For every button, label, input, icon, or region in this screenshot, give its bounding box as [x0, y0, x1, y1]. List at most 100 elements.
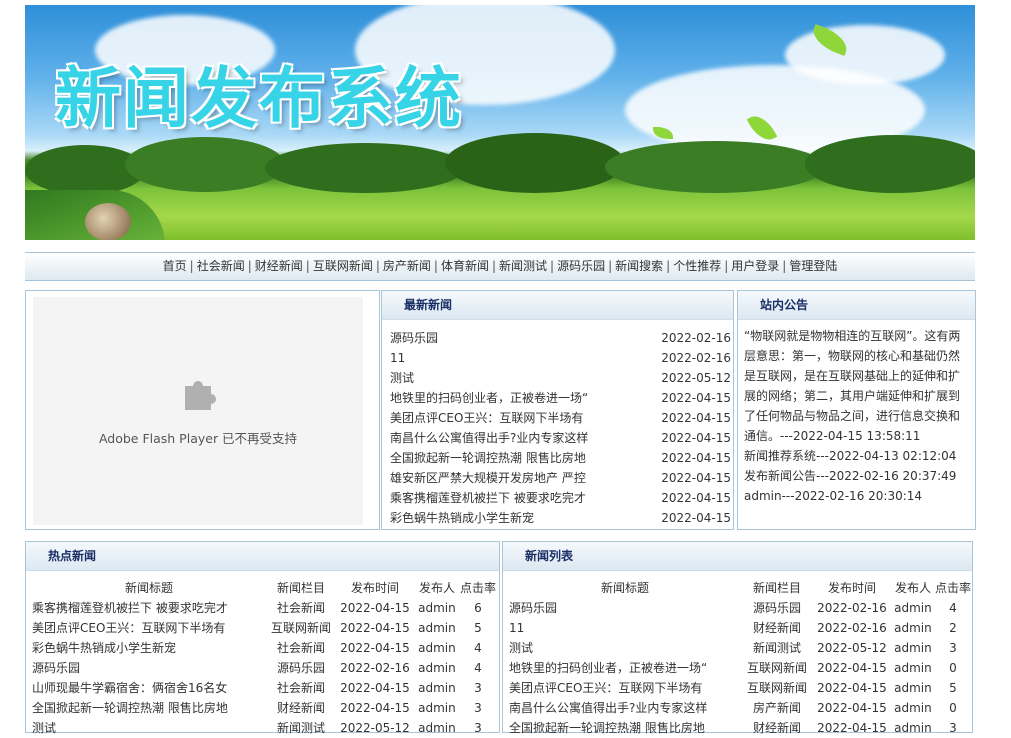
news-link[interactable]: 地铁里的扫码创业者，正被卷进一场“	[509, 658, 741, 678]
news-link[interactable]: 南昌什么公寓值得出手?业内专家这样	[390, 428, 588, 448]
table-cell: 2022-04-15	[340, 601, 410, 615]
table-cell: admin	[894, 641, 932, 655]
table-cell: admin	[418, 721, 456, 735]
news-link[interactable]: 11	[509, 618, 741, 638]
table-cell: 新闻测试	[276, 721, 325, 735]
table-cell: 6	[474, 601, 482, 615]
nav-link[interactable]: 管理登陆	[789, 259, 837, 273]
notice-item[interactable]: 新闻推荐系统---2022-04-13 02:12:04	[744, 446, 969, 466]
nav-link[interactable]: 房产新闻	[383, 259, 431, 273]
news-link[interactable]: 全国掀起新一轮调控热潮 限售比房地	[509, 718, 741, 738]
column-header: 新闻标题	[124, 581, 173, 595]
table-cell: 社会新闻	[276, 641, 325, 655]
news-date: 2022-05-12	[661, 371, 731, 385]
table-cell: admin	[894, 721, 932, 735]
news-date: 2022-04-15	[661, 391, 731, 405]
news-link[interactable]: 地铁里的扫码创业者，正被卷进一场“	[390, 388, 588, 408]
table-row: 南昌什么公寓值得出手?业内专家这样 房产新闻 2022-04-15 admin 0	[509, 698, 971, 718]
nav-separator: |	[782, 259, 787, 273]
table-cell: 2	[949, 621, 957, 635]
news-link[interactable]: 南昌什么公寓值得出手?业内专家这样	[509, 698, 741, 718]
flash-message: Adobe Flash Player 已不再受支持	[98, 431, 298, 446]
nav-link[interactable]: 个性推荐	[673, 259, 721, 273]
latest-news-item[interactable]: 雄安新区严禁大规模开发房地产 严控 2022-04-15	[382, 468, 731, 488]
table-cell: 财经新闻	[276, 701, 325, 715]
nav-link[interactable]: 用户登录	[731, 259, 779, 273]
news-link[interactable]: 美团点评CEO王兴：互联网下半场有	[390, 408, 583, 428]
column-header: 发布人	[894, 581, 931, 595]
table-cell: 4	[949, 601, 957, 615]
news-link[interactable]: 山师现最牛学霸宿舍：俩宿舍16名女	[32, 678, 266, 698]
column-header: 发布时间	[350, 581, 399, 595]
latest-news-item[interactable]: 地铁里的扫码创业者，正被卷进一场“ 2022-04-15	[382, 388, 731, 408]
nav-link[interactable]: 互联网新闻	[313, 259, 373, 273]
news-link[interactable]: 源码乐园	[32, 658, 266, 678]
news-link[interactable]: 彩色蜗牛热销成小学生新宠	[390, 508, 534, 528]
table-cell: admin	[894, 661, 932, 675]
latest-news-item[interactable]: 全国掀起新一轮调控热潮 限售比房地 2022-04-15	[382, 448, 731, 468]
nav-separator: |	[491, 259, 497, 273]
plugin-icon	[185, 381, 216, 410]
news-link[interactable]: 源码乐园	[509, 598, 741, 618]
notice-body: “物联网就是物物相连的互联网”。这有两层意思：第一，物联网的核心和基础仍然是互联…	[738, 320, 975, 506]
news-link[interactable]: 乘客携榴莲登机被拦下 被要求吃完才	[32, 598, 266, 618]
table-row: 美团点评CEO王兴：互联网下半场有 互联网新闻 2022-04-15 admin 5	[509, 678, 971, 698]
news-link[interactable]: 美团点评CEO王兴：互联网下半场有	[32, 618, 266, 638]
nav-link[interactable]: 新闻搜索	[615, 259, 663, 273]
news-link[interactable]: 美团点评CEO王兴：互联网下半场有	[509, 678, 741, 698]
latest-news-item[interactable]: 测试 2022-05-12	[382, 368, 731, 388]
table-cell: admin	[418, 601, 456, 615]
latest-news-item[interactable]: 源码乐园 2022-02-16	[382, 328, 731, 348]
latest-news-item[interactable]: 乘客携榴莲登机被拦下 被要求吃完才 2022-04-15	[382, 488, 731, 508]
table-cell: 2022-05-12	[340, 721, 410, 735]
latest-news-item[interactable]: 南昌什么公寓值得出手?业内专家这样 2022-04-15	[382, 428, 731, 448]
news-link[interactable]: 源码乐园	[390, 328, 438, 348]
latest-news-item[interactable]: 美团点评CEO王兴：互联网下半场有 2022-04-15	[382, 408, 731, 428]
news-link[interactable]: 乘客携榴莲登机被拦下 被要求吃完才	[390, 488, 586, 508]
latest-news-item[interactable]: 彩色蜗牛热销成小学生新宠 2022-04-15	[382, 508, 731, 528]
table-cell: 3	[949, 641, 957, 655]
nav-link[interactable]: 体育新闻	[441, 259, 489, 273]
news-list-panel: 新闻列表 新闻标题 新闻栏目 发布时间 发布人 点击率 源码乐园 源码乐园 2022-02-1…	[502, 541, 973, 735]
notice-item[interactable]: 发布新闻公告---2022-02-16 20:37:49	[744, 466, 969, 486]
table-cell: 源码乐园	[752, 601, 801, 615]
news-link[interactable]: 测试	[32, 718, 266, 738]
news-date: 2022-04-15	[661, 431, 731, 445]
notice-item[interactable]: admin---2022-02-16 20:30:14	[744, 486, 969, 506]
table-cell: 5	[474, 621, 482, 635]
news-link[interactable]: 雄安新区严禁大规模开发房地产 严控	[390, 468, 586, 488]
latest-news-item[interactable]: 11 2022-02-16	[382, 348, 731, 368]
notice-title: 站内公告	[738, 291, 975, 320]
nav-link[interactable]: 首页	[163, 259, 187, 273]
table-cell: admin	[418, 681, 456, 695]
notice-item[interactable]: “物联网就是物物相连的互联网”。这有两层意思：第一，物联网的核心和基础仍然是互联…	[744, 326, 969, 446]
news-link[interactable]: 测试	[390, 368, 414, 388]
news-date: 2022-02-16	[661, 331, 731, 345]
table-row: 美团点评CEO王兴：互联网下半场有 互联网新闻 2022-04-15 admin 5	[32, 618, 496, 638]
news-list-title: 新闻列表	[503, 542, 972, 571]
table-row: 地铁里的扫码创业者，正被卷进一场“ 互联网新闻 2022-04-15 admin 0	[509, 658, 971, 678]
table-cell: admin	[894, 681, 932, 695]
news-link[interactable]: 彩色蜗牛热销成小学生新宠	[32, 638, 266, 658]
table-cell: admin	[418, 661, 456, 675]
nav-link[interactable]: 社会新闻	[197, 259, 245, 273]
table-cell: admin	[418, 641, 456, 655]
flash-placeholder: Adobe Flash Player 已不再受支持	[33, 297, 363, 525]
table-cell: 互联网新闻	[270, 621, 331, 635]
news-date: 2022-02-16	[661, 351, 731, 365]
table-cell: 社会新闻	[276, 681, 325, 695]
hot-news-title: 热点新闻	[26, 542, 499, 571]
news-link[interactable]: 全国掀起新一轮调控热潮 限售比房地	[390, 448, 586, 468]
table-cell: 2022-02-16	[340, 661, 410, 675]
table-cell: 2022-04-15	[340, 621, 410, 635]
table-row: 测试 新闻测试 2022-05-12 admin 3	[32, 718, 496, 738]
table-header: 新闻标题 新闻栏目 发布时间 发布人 点击率	[509, 578, 971, 598]
news-date: 2022-04-15	[661, 511, 731, 525]
nav-link[interactable]: 财经新闻	[255, 259, 303, 273]
nav-link[interactable]: 新闻测试	[499, 259, 547, 273]
news-link[interactable]: 全国掀起新一轮调控热潮 限售比房地	[32, 698, 266, 718]
news-link[interactable]: 测试	[509, 638, 741, 658]
nav-separator: |	[608, 259, 613, 273]
news-link[interactable]: 11	[390, 348, 405, 368]
nav-link[interactable]: 源码乐园	[557, 259, 605, 273]
